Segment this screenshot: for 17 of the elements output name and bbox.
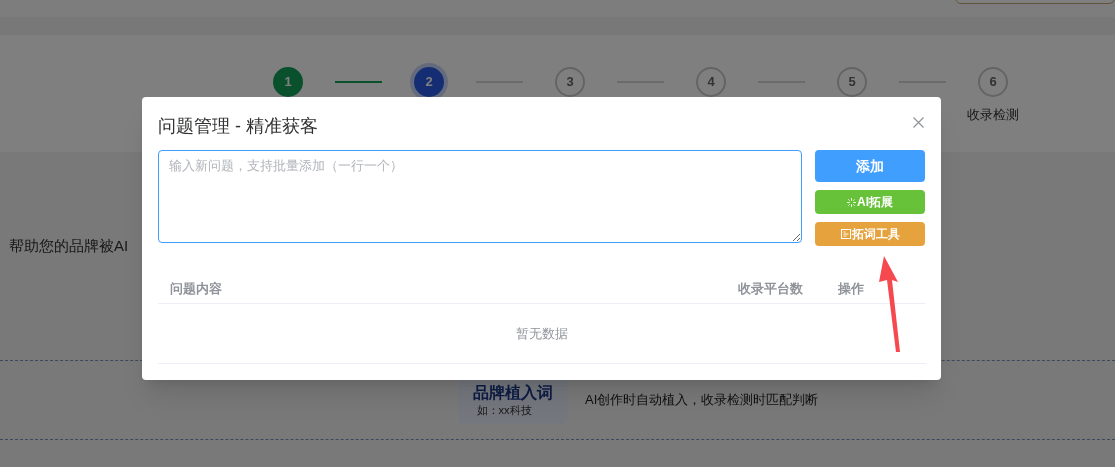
step-connector: [335, 81, 382, 83]
brand-term-description: AI创作时自动植入，收录检测时匹配判断: [585, 391, 819, 410]
ai-expand-button[interactable]: AI拓展: [815, 190, 925, 214]
image-icon: [840, 229, 851, 239]
keyword-tool-button[interactable]: 拓词工具: [815, 222, 925, 246]
brand-term-example: 如：xx科技: [476, 403, 532, 417]
column-header: 收录平台数: [738, 279, 804, 298]
step-label: 收录检测: [967, 106, 1019, 124]
dialog-title: 问题管理 - 精准获客: [158, 115, 318, 138]
sparkle-icon: [847, 197, 857, 207]
close-icon[interactable]: [913, 117, 924, 128]
column-header: 操作: [838, 279, 864, 298]
intro-text: 帮助您的品牌被AI: [9, 237, 129, 254]
add-button[interactable]: 添加: [815, 150, 925, 182]
empty-text: 暂无数据: [516, 324, 568, 343]
column-header: 问题内容: [169, 279, 223, 298]
brand-term-title: 品牌植入词: [473, 383, 553, 403]
